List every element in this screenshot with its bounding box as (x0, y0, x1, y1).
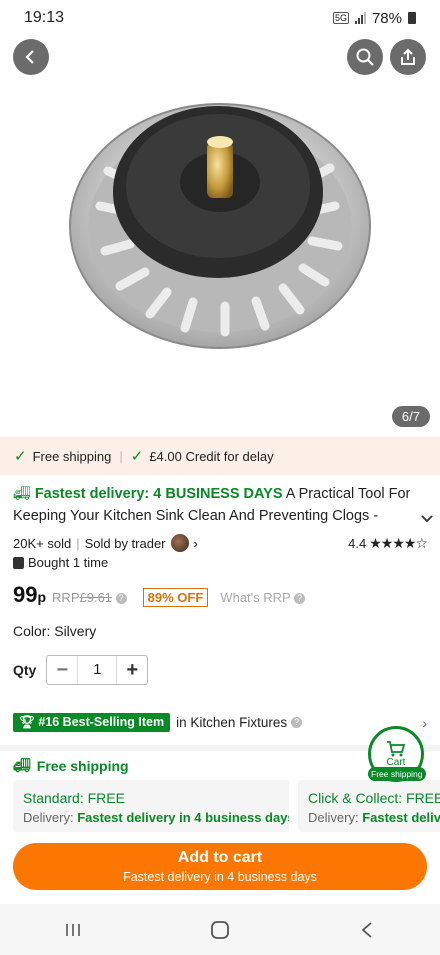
decrement-button[interactable]: − (47, 656, 77, 684)
chevron-down-icon[interactable] (421, 507, 433, 529)
rating-value: 4.4 (348, 535, 367, 551)
share-button[interactable] (390, 39, 426, 75)
back-button[interactable] (13, 39, 49, 75)
shipping-collect-delivery: Delivery: Fastest delivery in 4 business… (308, 810, 440, 825)
home-icon (211, 920, 229, 939)
sold-count: 20K+ sold (13, 535, 72, 551)
battery-percent: 78% (371, 9, 402, 27)
meta-row: 20K+ sold | Sold by trader › 4.4 ★★★★☆ (13, 534, 428, 552)
chevron-left-icon (25, 50, 34, 64)
quantity-row: Qty − 1 + (13, 655, 149, 685)
cart-button[interactable]: Cart Free shipping (368, 726, 428, 782)
truck-icon: 🚚︎ (13, 757, 31, 773)
bought-text: Bought 1 time (28, 555, 109, 570)
help-icon: ? (291, 717, 303, 728)
avatar[interactable] (170, 534, 189, 552)
product-image[interactable]: 6/7 (0, 36, 440, 436)
product-title[interactable]: 🚚︎ Fastest delivery: 4 BUSINESS DAYS A P… (13, 482, 433, 527)
help-icon: ? (294, 593, 306, 605)
cart-label: Cart (386, 756, 406, 768)
color-selector[interactable]: Color: Silvery (13, 623, 96, 639)
status-bar: 19:13 5G 78% (0, 0, 440, 36)
divider: | (76, 535, 80, 551)
search-icon (356, 48, 374, 66)
add-to-cart-sublabel: Fastest delivery in 4 business days (123, 870, 317, 884)
rrp: RRP£9.61 ? (52, 590, 127, 605)
truck-icon: 🚚︎ (13, 485, 31, 501)
quantity-stepper[interactable]: − 1 + (46, 655, 149, 685)
image-counter: 6/7 (391, 406, 430, 427)
add-to-cart-label: Add to cart (177, 849, 263, 866)
perk-free-shipping: Free shipping (32, 448, 112, 464)
shipping-collect-title: Click & Collect: FREE (308, 790, 440, 806)
bag-icon (13, 556, 24, 569)
back-icon (361, 921, 372, 938)
perk-bar[interactable]: ✓ Free shipping | ✓ £4.00 Credit for del… (0, 437, 440, 475)
search-button[interactable] (347, 39, 383, 75)
bought-info: Bought 1 time (13, 555, 108, 570)
star-rating-icon: ★★★★☆ (369, 534, 428, 551)
cart-free-shipping-badge: Free shipping (368, 767, 426, 781)
best-seller-category: in Kitchen Fixtures (176, 715, 288, 730)
whats-rrp-link[interactable]: What's RRP ? (220, 590, 306, 605)
share-icon (401, 48, 415, 65)
best-seller-badge: 🏆︎ #16 Best-Selling Item (13, 713, 171, 732)
shipping-title: 🚚︎ Free shipping (13, 757, 129, 774)
cart-icon (387, 740, 406, 756)
rating[interactable]: 4.4 ★★★★☆ (348, 534, 428, 552)
status-icons: 5G 78% (332, 9, 416, 27)
signal-icon (354, 12, 366, 24)
shipping-collect-card[interactable]: Click & Collect: FREE Delivery: Fastest … (298, 780, 440, 832)
best-seller-row[interactable]: 🏆︎ #16 Best-Selling Item in Kitchen Fixt… (13, 713, 427, 732)
chevron-right-icon[interactable]: › (194, 536, 198, 551)
network-type-icon: 5G (332, 12, 349, 24)
shipping-standard-card[interactable]: Standard: FREE Delivery: Fastest deliver… (13, 780, 289, 832)
home-button[interactable] (190, 910, 250, 950)
recent-apps-button[interactable] (43, 910, 103, 950)
fastest-delivery-label: Fastest delivery: 4 BUSINESS DAYS (34, 486, 283, 502)
increment-button[interactable]: + (117, 656, 147, 684)
system-nav-bar (0, 904, 440, 955)
check-icon: ✓ (14, 448, 27, 465)
recent-apps-icon (66, 923, 81, 936)
discount-badge: 89% OFF (142, 588, 209, 607)
check-icon: ✓ (130, 448, 144, 465)
price-row: 99p RRP£9.61 ? 89% OFF What's RRP ? (13, 582, 306, 608)
quantity-value[interactable]: 1 (77, 656, 118, 684)
shipping-standard-title: Standard: FREE (23, 790, 125, 806)
qty-label: Qty (13, 662, 37, 678)
sink-strainer-image (69, 103, 371, 349)
perk-credit: £4.00 Credit for delay (149, 448, 274, 464)
back-nav-button[interactable] (337, 910, 397, 950)
status-time: 19:13 (24, 9, 65, 26)
add-to-cart-button[interactable]: Add to cart Fastest delivery in 4 busine… (13, 843, 427, 890)
battery-icon (408, 12, 416, 24)
help-icon: ? (115, 593, 127, 605)
shipping-standard-delivery: Delivery: Fastest delivery in 4 business… (23, 810, 289, 825)
sold-by[interactable]: Sold by trader (85, 536, 166, 551)
price: 99p (13, 582, 47, 607)
divider: | (119, 448, 123, 464)
